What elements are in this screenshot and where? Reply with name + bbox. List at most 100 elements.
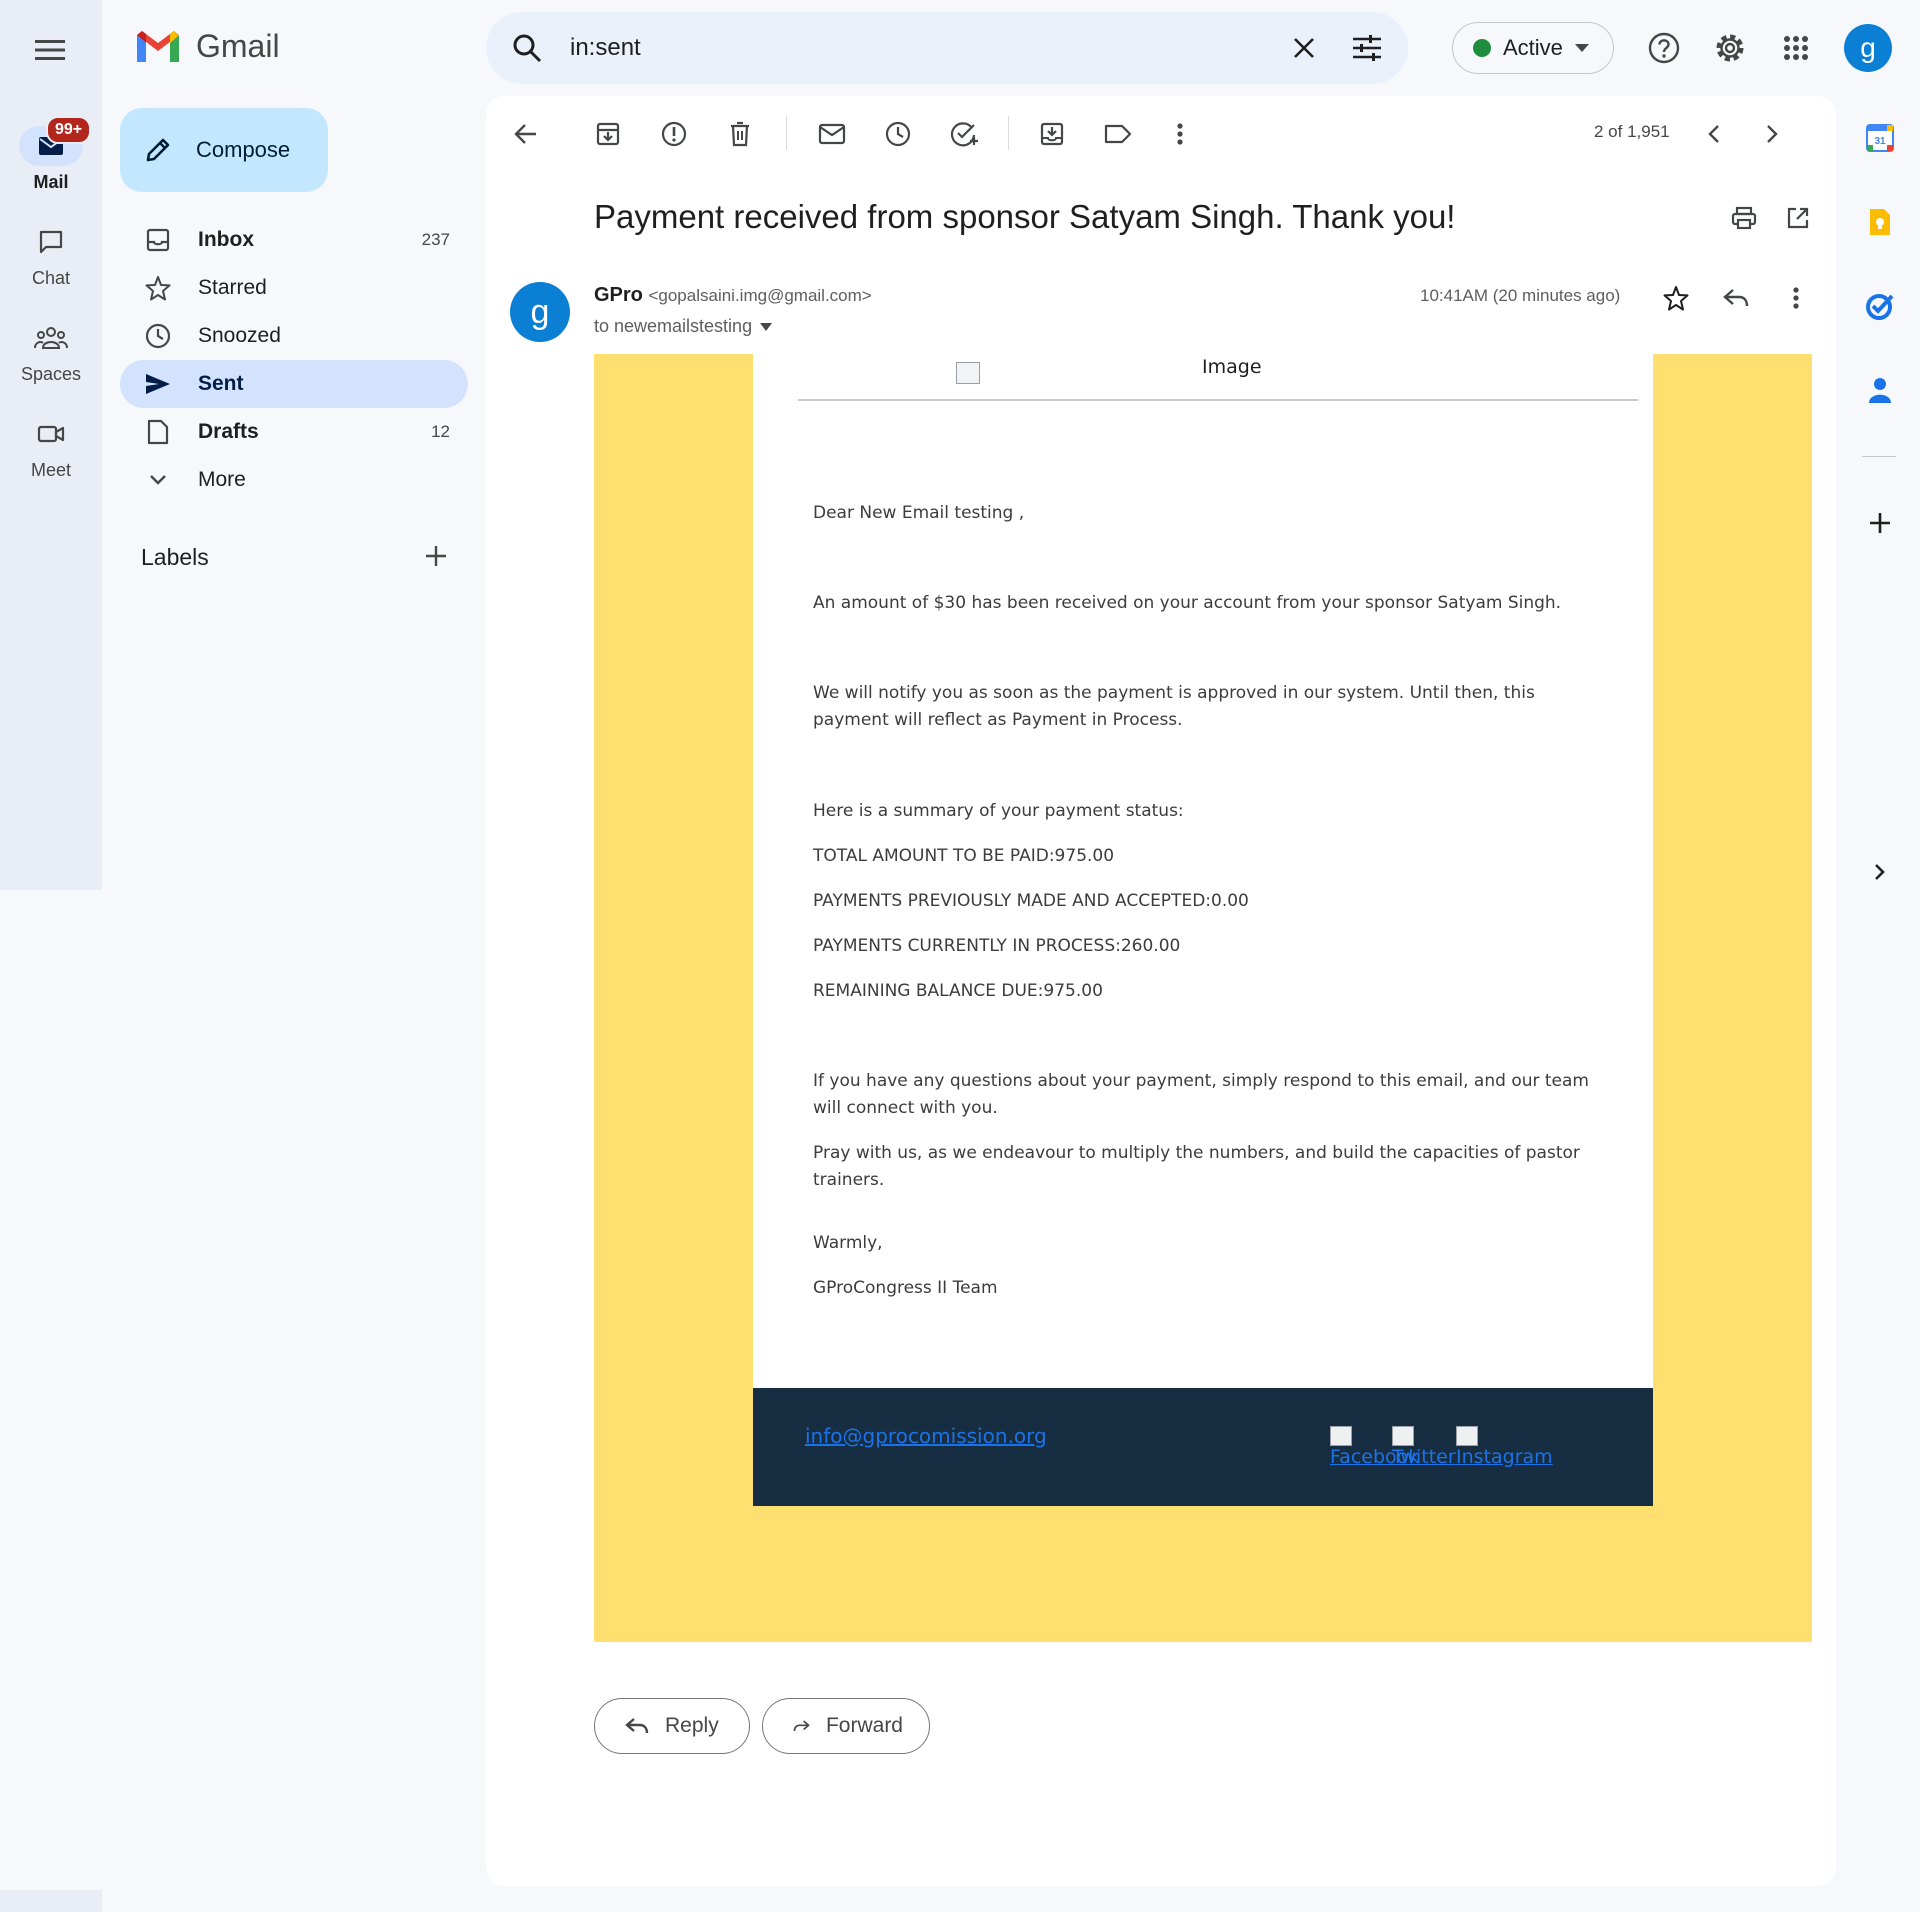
labels-button[interactable] [1098,114,1138,154]
report-spam-button[interactable] [654,114,694,154]
rail-chat-pill [19,222,83,262]
recipient-details[interactable]: to newemailstesting [594,316,773,337]
forward-label: Forward [825,1714,903,1737]
keep-icon [1870,209,1890,235]
rail-meet-pill [19,414,83,454]
broken-image-icon [956,362,980,384]
reply-button[interactable]: Reply [594,1698,750,1754]
chevron-right-icon [1767,125,1778,143]
apps-button[interactable] [1772,24,1820,72]
plus-icon [1870,513,1890,533]
sidebar-item-label: Starred [198,276,267,299]
star-icon [144,275,172,301]
email-greeting: Dear New Email testing , [813,503,1025,523]
sidebar-item-snoozed[interactable]: Snoozed [120,312,468,360]
contacts-icon [1869,378,1891,403]
email-signature: GProCongress II Team [813,1278,998,1298]
gmail-logo[interactable]: Gmail [134,28,280,65]
rail-item-spaces[interactable]: Spaces [0,318,102,385]
print-button[interactable] [1724,198,1764,238]
search-input[interactable] [570,34,1292,62]
summary-in-process: PAYMENTS CURRENTLY IN PROCESS:260.00 [813,936,1181,956]
email-paragraph: We will notify you as soon as the paymen… [813,683,1535,730]
reply-icon-button[interactable] [1716,278,1756,318]
older-button[interactable] [1752,114,1792,154]
keep-app-button[interactable] [1862,204,1898,240]
settings-button[interactable] [1706,24,1754,72]
twitter-link[interactable]: Twitter [1392,1426,1456,1468]
instagram-label: Instagram [1456,1446,1553,1468]
forward-button[interactable]: Forward [762,1698,930,1754]
show-side-panel-button[interactable] [1862,854,1898,890]
open-new-window-button[interactable] [1778,198,1818,238]
star-message-button[interactable] [1656,278,1696,318]
forward-icon [793,1720,810,1732]
reply-label: Reply [665,1714,719,1737]
snooze-button[interactable] [878,114,918,154]
sender-avatar[interactable]: g [510,282,570,342]
archive-button[interactable] [588,114,628,154]
create-label-button[interactable] [424,544,448,568]
gmail-wordmark: Gmail [196,28,280,64]
instagram-link[interactable]: Instagram [1456,1426,1553,1468]
gear-icon [1716,34,1744,62]
sidebar-item-inbox[interactable]: Inbox 237 [120,216,468,264]
get-addons-button[interactable] [1862,505,1898,541]
svg-text:31: 31 [1874,136,1886,147]
reply-icon [1723,289,1749,307]
mail-unread-badge: 99+ [46,116,92,144]
search-options-icon[interactable] [1352,35,1382,61]
rail-item-meet[interactable]: Meet [0,414,102,481]
app-rail-bottom [0,890,102,1912]
video-camera-icon [37,425,65,443]
summary-total: TOTAL AMOUNT TO BE PAID:975.00 [813,846,1115,866]
sidebar-item-drafts[interactable]: Drafts 12 [120,408,468,456]
calendar-app-button[interactable]: 31 [1862,120,1898,156]
status-selector[interactable]: Active [1452,22,1614,74]
chevron-left-icon [1708,125,1719,143]
delete-button[interactable] [720,114,760,154]
rail-item-chat[interactable]: Chat [0,222,102,289]
caret-down-icon [760,322,773,331]
move-to-button[interactable] [1032,114,1072,154]
mark-unread-button[interactable] [812,114,852,154]
page-count: 2 of 1,951 [1594,122,1670,141]
rail-spaces-label: Spaces [20,364,82,384]
labels-header: Labels [141,544,209,570]
compose-button[interactable]: Compose [120,108,328,192]
sidebar-item-label: More [198,468,246,491]
hamburger-icon [35,40,65,60]
gmail-m-icon [137,30,179,62]
rail-chat-label: Chat [31,268,71,288]
tasks-app-button[interactable] [1862,288,1898,324]
footer-email-link[interactable]: info@gprocomission.org [805,1424,1047,1448]
clock-icon [885,121,911,147]
support-button[interactable] [1640,24,1688,72]
broken-image-icon [1330,1426,1352,1446]
message-more-button[interactable] [1776,278,1816,318]
sidebar-item-starred[interactable]: Starred [120,264,468,312]
status-dot [1473,39,1491,57]
sidebar-item-label: Sent [198,372,244,395]
sidebar-item-more[interactable]: More [120,456,468,504]
more-options-button[interactable] [1160,114,1200,154]
search-icon[interactable] [512,33,542,63]
sidebar-item-sent[interactable]: Sent [120,360,468,408]
account-avatar[interactable]: g [1844,24,1892,72]
main-menu-button[interactable] [26,26,74,74]
close-icon[interactable] [1292,36,1316,60]
calendar-icon: 31 [1866,124,1894,152]
newer-button[interactable] [1694,114,1734,154]
draft-icon [144,419,172,445]
sender-name[interactable]: GPro [594,284,643,306]
rail-spaces-pill [19,318,83,358]
add-to-tasks-button[interactable] [944,114,984,154]
summary-intro: Here is a summary of your payment status… [813,801,1184,821]
back-button[interactable] [506,114,546,154]
chevron-right-icon [1875,864,1885,880]
sidebar-item-count: 12 [431,422,450,441]
search-bar[interactable] [486,12,1408,84]
email-paragraph: If you have any questions about your pay… [813,1071,1589,1118]
send-icon [144,373,172,395]
contacts-app-button[interactable] [1862,372,1898,408]
